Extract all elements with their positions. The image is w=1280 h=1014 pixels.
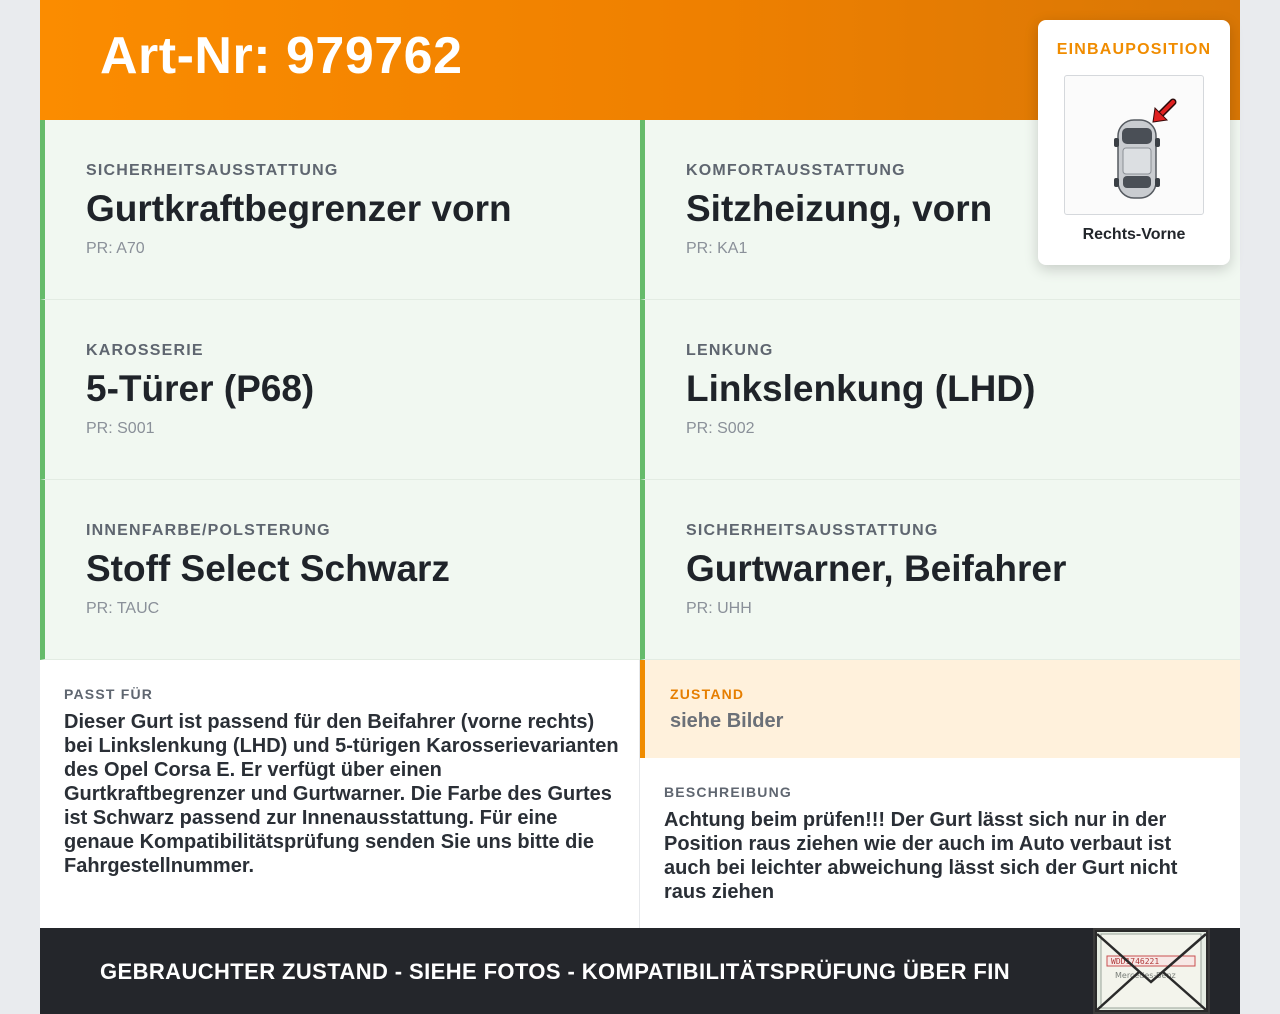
feature-value: Stoff Select Schwarz bbox=[86, 548, 450, 589]
installation-position-card: EINBAUPOSITION Rechts-Vorne bbox=[1038, 20, 1230, 265]
car-top-view-icon bbox=[1114, 98, 1177, 199]
description-label: BESCHREIBUNG bbox=[664, 784, 792, 800]
compatibility-section: PASST FÜR Dieser Gurt ist passend für de… bbox=[40, 660, 640, 928]
feature-pr-code: PR: TAUC bbox=[86, 600, 160, 617]
description-text: Achtung beim prüfen!!! Der Gurt lässt si… bbox=[664, 809, 1178, 903]
feature-value: Sitzheizung, vorn bbox=[686, 188, 993, 229]
condition-section: ZUSTAND siehe Bilder bbox=[640, 660, 1240, 758]
feature-value: Gurtwarner, Beifahrer bbox=[686, 548, 1067, 589]
feature-pr-code: PR: A70 bbox=[86, 240, 145, 257]
feature-label: INNENFARBE/POLSTERUNG bbox=[86, 522, 331, 539]
feature-value: Linkslenkung (LHD) bbox=[686, 368, 1036, 409]
feature-label: LENKUNG bbox=[686, 342, 774, 359]
feature-pr-code: PR: S001 bbox=[86, 420, 155, 437]
condition-label: ZUSTAND bbox=[670, 686, 745, 702]
envelope-icon: WDD1746221 Mercedes-Benz bbox=[1095, 930, 1208, 1012]
feature-pr-code: PR: KA1 bbox=[686, 240, 748, 257]
feature-cell: INNENFARBE/POLSTERUNG Stoff Select Schwa… bbox=[40, 480, 640, 660]
condition-value: siehe Bilder bbox=[670, 710, 784, 732]
feature-pr-code: PR: S002 bbox=[686, 420, 755, 437]
feature-label: KOMFORTAUSSTATTUNG bbox=[686, 162, 906, 179]
feature-label: KAROSSERIE bbox=[86, 342, 204, 359]
vin-plate-thumbnail[interactable]: WDD1746221 Mercedes-Benz bbox=[1093, 928, 1210, 1014]
footer-bar: GEBRAUCHTER ZUSTAND - SIEHE FOTOS - KOMP… bbox=[40, 928, 1240, 1014]
stamp-vin-text: WDD1746221 bbox=[1111, 957, 1159, 966]
installation-position-value: Rechts-Vorne bbox=[1082, 226, 1186, 243]
feature-cell: LENKUNG Linkslenkung (LHD) PR: S002 bbox=[640, 300, 1240, 480]
feature-cell: SICHERHEITSAUSSTATTUNG Gurtwarner, Beifa… bbox=[640, 480, 1240, 660]
description-section: BESCHREIBUNG Achtung beim prüfen!!! Der … bbox=[640, 758, 1240, 928]
installation-position-image[interactable] bbox=[1064, 75, 1204, 215]
feature-label: SICHERHEITSAUSSTATTUNG bbox=[86, 162, 339, 179]
compatibility-label: PASST FÜR bbox=[64, 686, 154, 702]
compatibility-text: Dieser Gurt ist passend für den Beifahre… bbox=[64, 711, 619, 877]
article-number-title: Art-Nr: 979762 bbox=[100, 27, 463, 85]
feature-label: SICHERHEITSAUSSTATTUNG bbox=[686, 522, 939, 539]
feature-cell: KAROSSERIE 5-Türer (P68) PR: S001 bbox=[40, 300, 640, 480]
feature-pr-code: PR: UHH bbox=[686, 600, 752, 617]
feature-value: Gurtkraftbegrenzer vorn bbox=[86, 188, 512, 229]
feature-value: 5-Türer (P68) bbox=[86, 368, 315, 409]
footer-text: GEBRAUCHTER ZUSTAND - SIEHE FOTOS - KOMP… bbox=[100, 959, 1011, 984]
feature-cell: SICHERHEITSAUSSTATTUNG Gurtkraftbegrenze… bbox=[40, 120, 640, 300]
installation-position-title: EINBAUPOSITION bbox=[1056, 41, 1212, 58]
